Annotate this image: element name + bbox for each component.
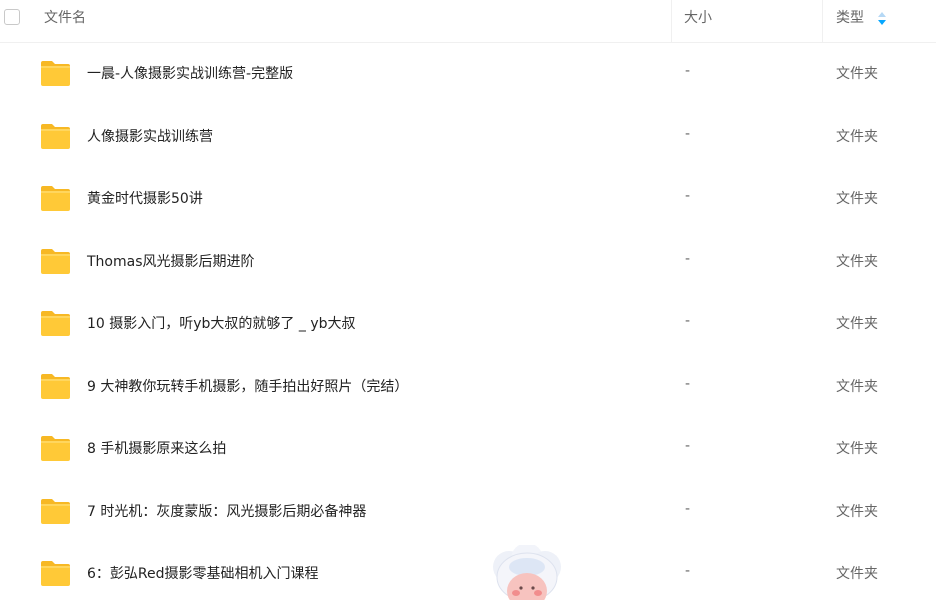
file-name[interactable]: 10 摄影入门，听yb大叔的就够了 _ yb大叔: [87, 313, 356, 333]
folder-icon: [41, 249, 70, 274]
folder-icon: [41, 186, 70, 211]
table-row[interactable]: 6：彭弘Red摄影零基础相机入门课程 - 文件夹: [0, 559, 936, 600]
file-type: 文件夹: [836, 254, 878, 270]
file-size: -: [685, 376, 691, 392]
sort-arrows-icon[interactable]: [876, 9, 888, 27]
folder-icon: [41, 374, 70, 399]
file-name[interactable]: 6：彭弘Red摄影零基础相机入门课程: [87, 563, 319, 583]
table-row[interactable]: 7 时光机：灰度蒙版：风光摄影后期必备神器 - 文件夹: [0, 497, 936, 559]
mascot-icon[interactable]: [489, 545, 565, 600]
file-type: 文件夹: [836, 441, 878, 457]
table-row[interactable]: Thomas风光摄影后期进阶 - 文件夹: [0, 247, 936, 309]
file-type: 文件夹: [836, 566, 878, 582]
file-size: -: [685, 501, 691, 517]
file-name[interactable]: 8 手机摄影原来这么拍: [87, 438, 226, 458]
folder-icon: [41, 499, 70, 524]
folder-icon: [41, 124, 70, 149]
file-size: -: [685, 63, 691, 79]
file-name[interactable]: Thomas风光摄影后期进阶: [87, 251, 255, 271]
column-divider[interactable]: [822, 0, 823, 42]
file-type: 文件夹: [836, 504, 878, 520]
file-size: -: [685, 563, 691, 579]
file-name[interactable]: 7 时光机：灰度蒙版：风光摄影后期必备神器: [87, 501, 366, 521]
file-size: -: [685, 313, 691, 329]
file-type: 文件夹: [836, 129, 878, 145]
table-row[interactable]: 人像摄影实战训练营 - 文件夹: [0, 122, 936, 184]
table-row[interactable]: 8 手机摄影原来这么拍 - 文件夹: [0, 434, 936, 496]
select-all-checkbox[interactable]: [4, 9, 20, 25]
file-type: 文件夹: [836, 66, 878, 82]
folder-icon: [41, 436, 70, 461]
column-header-name[interactable]: 文件名: [44, 0, 86, 42]
column-header-type[interactable]: 类型: [836, 0, 864, 42]
folder-icon: [41, 311, 70, 336]
table-row[interactable]: 10 摄影入门，听yb大叔的就够了 _ yb大叔 - 文件夹: [0, 309, 936, 371]
file-type: 文件夹: [836, 379, 878, 395]
file-size: -: [685, 188, 691, 204]
file-name[interactable]: 黄金时代摄影50讲: [87, 188, 203, 208]
file-type: 文件夹: [836, 316, 878, 332]
folder-icon: [41, 561, 70, 586]
table-row[interactable]: 黄金时代摄影50讲 - 文件夹: [0, 184, 936, 246]
column-divider[interactable]: [671, 0, 672, 42]
file-size: -: [685, 251, 691, 267]
file-name[interactable]: 人像摄影实战训练营: [87, 126, 213, 146]
file-list-header: 文件名 大小 类型: [0, 0, 936, 43]
table-row[interactable]: 9 大神教你玩转手机摄影，随手拍出好照片（完结） - 文件夹: [0, 372, 936, 434]
table-row[interactable]: 一晨-人像摄影实战训练营-完整版 - 文件夹: [0, 59, 936, 121]
file-name[interactable]: 一晨-人像摄影实战训练营-完整版: [87, 63, 293, 83]
file-size: -: [685, 438, 691, 454]
file-size: -: [685, 126, 691, 142]
folder-icon: [41, 61, 70, 86]
file-type: 文件夹: [836, 191, 878, 207]
column-header-size[interactable]: 大小: [684, 0, 712, 42]
file-name[interactable]: 9 大神教你玩转手机摄影，随手拍出好照片（完结）: [87, 376, 408, 396]
